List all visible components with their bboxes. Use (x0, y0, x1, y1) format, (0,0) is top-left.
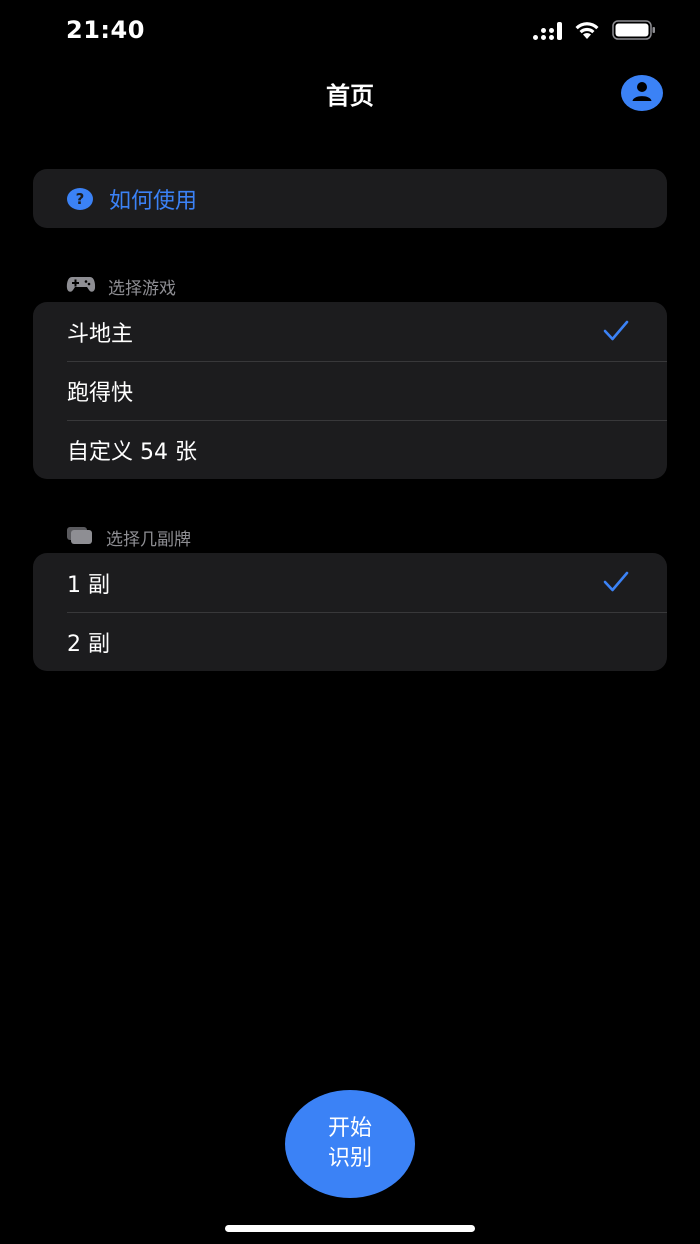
status-time: 21:40 (66, 16, 145, 44)
deck-option-2[interactable]: 2 副 (33, 612, 667, 671)
profile-button[interactable] (621, 75, 663, 111)
game-option-label: 自定义 54 张 (67, 439, 197, 465)
battery-icon (612, 20, 656, 40)
wifi-icon (574, 20, 600, 40)
how-to-use-button[interactable]: ? 如何使用 (33, 169, 667, 228)
game-option-label: 斗地主 (67, 321, 134, 347)
game-option-doudizhu[interactable]: 斗地主 (33, 302, 667, 361)
cellular-signal-icon (533, 20, 562, 40)
game-section-title: 选择游戏 (108, 279, 176, 299)
checkmark-icon (603, 320, 629, 348)
game-option-custom-54[interactable]: 自定义 54 张 (33, 420, 667, 479)
status-icons (533, 20, 656, 40)
deck-options-card: 1 副 2 副 (33, 553, 667, 671)
game-options-card: 斗地主 跑得快 自定义 54 张 (33, 302, 667, 479)
gamecontroller-icon (66, 274, 96, 299)
help-card: ? 如何使用 (33, 169, 667, 228)
deck-option-label: 1 副 (67, 572, 110, 598)
deck-option-label: 2 副 (67, 631, 110, 657)
game-section-header: 选择游戏 (66, 274, 176, 299)
page-title: 首页 (326, 82, 374, 110)
home-indicator[interactable] (225, 1225, 475, 1232)
checkmark-icon (603, 571, 629, 599)
cards-stack-icon (66, 525, 94, 550)
deck-section-header: 选择几副牌 (66, 525, 191, 550)
question-circle-icon: ? (67, 187, 93, 210)
start-recognition-button[interactable]: 开始 识别 (285, 1090, 415, 1198)
status-bar: 21:40 (0, 0, 700, 66)
how-to-use-label: 如何使用 (109, 188, 198, 214)
game-option-label: 跑得快 (67, 380, 134, 406)
game-option-paodekuai[interactable]: 跑得快 (33, 361, 667, 420)
deck-option-1[interactable]: 1 副 (33, 553, 667, 612)
deck-section-title: 选择几副牌 (106, 530, 191, 550)
person-icon (631, 80, 653, 106)
